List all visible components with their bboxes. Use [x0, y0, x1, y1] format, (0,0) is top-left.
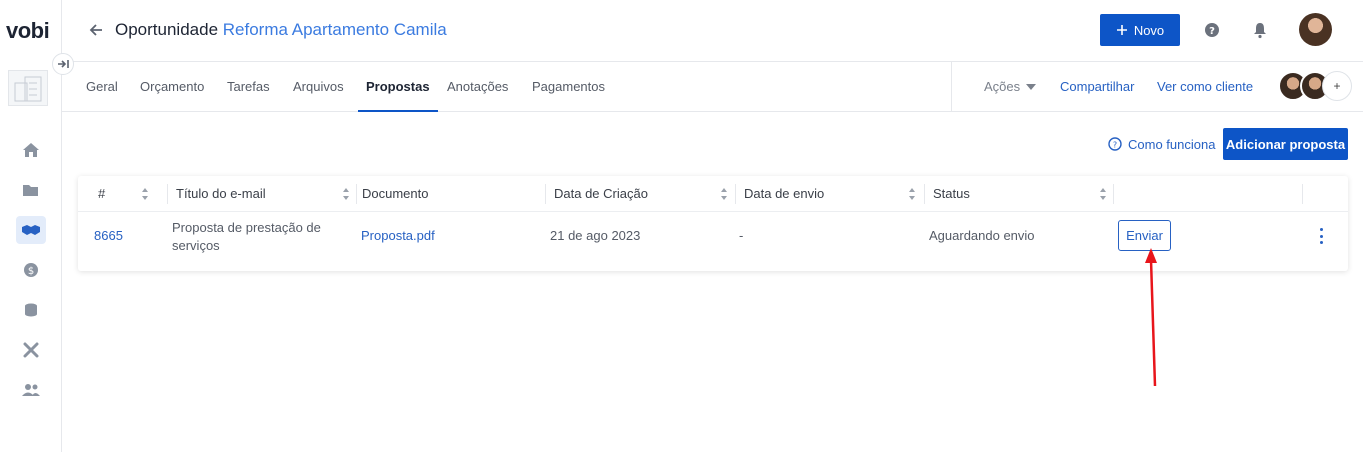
svg-text:?: ? — [1113, 141, 1117, 150]
document-link[interactable]: Proposta.pdf — [361, 228, 435, 243]
column-header-sent: Data de envio — [744, 186, 825, 201]
divider — [951, 62, 952, 111]
sidebar-item-users[interactable] — [0, 370, 62, 410]
sidebar-item-finance[interactable]: $ — [0, 250, 62, 290]
column-header-id: # — [98, 186, 106, 201]
sort-icon[interactable] — [908, 187, 916, 201]
tab-anotacoes[interactable]: Anotações — [447, 62, 508, 111]
handshake-icon — [22, 225, 40, 235]
users-icon — [22, 384, 40, 396]
folder-icon — [23, 185, 38, 196]
tab-propostas[interactable]: Propostas — [358, 62, 438, 112]
home-icon — [23, 143, 39, 157]
tab-tarefas[interactable]: Tarefas — [227, 62, 270, 111]
column-header-status: Status — [933, 186, 970, 201]
tab-geral[interactable]: Geral — [86, 62, 118, 111]
view-as-client-button[interactable]: Ver como cliente — [1157, 62, 1253, 111]
sent-date: - — [739, 228, 744, 243]
sort-icon[interactable] — [342, 187, 350, 201]
chevron-down-icon — [1026, 83, 1037, 90]
tab-orcamento[interactable]: Orçamento — [140, 62, 204, 111]
kebab-menu-icon[interactable] — [1314, 228, 1328, 244]
email-title: Proposta de prestação de serviços — [172, 219, 321, 255]
sidebar-item-opportunities[interactable] — [0, 210, 62, 250]
how-it-works-label: Como funciona — [1128, 136, 1216, 152]
help-icon[interactable]: ? — [1204, 22, 1220, 38]
bell-icon[interactable] — [1252, 21, 1268, 39]
email-title-line: serviços — [172, 238, 220, 253]
created-date: 21 de ago 2023 — [550, 228, 641, 243]
sidebar-item-tools[interactable] — [0, 330, 62, 370]
new-button[interactable]: Novo — [1100, 14, 1180, 46]
table-header: # Título do e-mail Documento Data de Cri… — [78, 176, 1348, 212]
sort-icon[interactable] — [720, 187, 728, 201]
back-arrow-icon[interactable] — [88, 20, 104, 40]
tab-arquivos[interactable]: Arquivos — [293, 62, 344, 111]
sidebar-item-files[interactable] — [0, 170, 62, 210]
column-header-created: Data de Criação — [554, 186, 648, 201]
column-header-document: Documento — [362, 186, 429, 201]
user-avatar[interactable] — [1299, 13, 1332, 46]
email-title-line: Proposta de prestação de — [172, 220, 321, 235]
team-members[interactable]: + — [1278, 71, 1352, 103]
actions-dropdown-label: Ações — [984, 79, 1021, 94]
svg-text:?: ? — [1209, 26, 1215, 37]
arrow-right-bar-icon — [58, 60, 69, 68]
sidebar-item-costs[interactable] — [0, 290, 62, 330]
annotation-arrow — [1145, 248, 1157, 387]
plus-icon — [1116, 25, 1127, 35]
page-title-prefix: Oportunidade — [115, 20, 219, 39]
status-text: Aguardando envio — [929, 228, 1035, 243]
add-proposal-button[interactable]: Adicionar proposta — [1223, 128, 1348, 160]
tab-pagamentos[interactable]: Pagamentos — [532, 62, 605, 111]
sidebar-item-home[interactable] — [0, 130, 62, 170]
page-header: Oportunidade Reforma Apartamento Camila … — [62, 0, 1363, 62]
dollar-icon: $ — [24, 263, 38, 277]
sort-icon[interactable] — [141, 187, 149, 201]
share-button[interactable]: Compartilhar — [1060, 62, 1134, 111]
vobi-logo[interactable]: vobi — [6, 18, 50, 44]
actions-dropdown[interactable]: Ações — [984, 62, 1037, 111]
new-button-label: Novo — [1133, 22, 1165, 38]
tools-icon — [23, 342, 39, 358]
expand-sidebar-button[interactable] — [52, 53, 74, 75]
column-header-title: Título do e-mail — [176, 186, 266, 201]
tabs-bar: Geral Orçamento Tarefas Arquivos Propost… — [62, 62, 1363, 112]
opportunity-name-link[interactable]: Reforma Apartamento Camila — [223, 20, 447, 39]
page-title: Oportunidade Reforma Apartamento Camila — [115, 20, 447, 40]
add-member-icon[interactable]: + — [1322, 71, 1352, 101]
coins-icon — [25, 303, 37, 317]
project-thumbnail[interactable] — [8, 70, 48, 106]
svg-text:$: $ — [28, 266, 34, 277]
proposal-id[interactable]: 8665 — [94, 228, 123, 243]
sort-icon[interactable] — [1099, 187, 1107, 201]
help-circle-icon: ? — [1108, 137, 1122, 151]
how-it-works-link[interactable]: ? Como funciona — [1108, 134, 1215, 154]
